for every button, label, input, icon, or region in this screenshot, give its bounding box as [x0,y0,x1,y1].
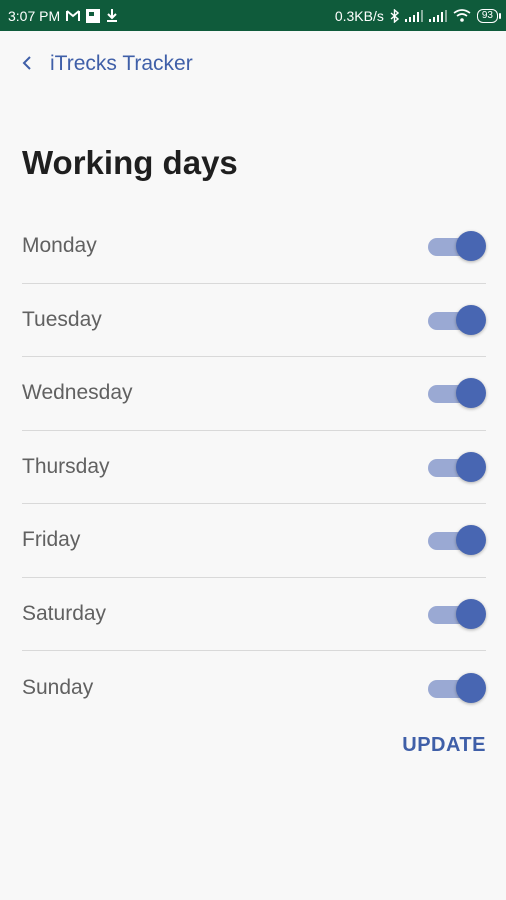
toggle-thumb [456,378,486,409]
saturday-toggle[interactable] [428,598,486,629]
monday-toggle[interactable] [428,231,486,262]
bluetooth-icon [390,8,399,23]
working-days-list: Monday Tuesday Wednesday Thursday Friday [22,210,486,725]
signal-icon [428,9,447,22]
battery-icon: 93 [476,8,502,23]
toggle-thumb [456,304,486,335]
day-row-thursday: Thursday [22,431,486,504]
chevron-left-icon[interactable] [22,55,32,73]
day-label: Thursday [22,454,110,478]
app-title[interactable]: iTrecks Tracker [50,52,193,76]
signal-icon [404,9,423,22]
day-row-friday: Friday [22,504,486,578]
toggle-thumb [456,598,486,629]
day-label: Monday [22,234,97,258]
network-speed: 0.3KB/s [334,7,384,24]
status-bar-left: 3:07 PM [8,8,118,24]
day-label: Tuesday [22,307,102,331]
update-button[interactable]: UPDATE [402,734,486,757]
wifi-icon [453,9,471,22]
status-bar-right: 0.3KB/s 93 [334,7,502,24]
page-title: Working days [22,144,238,181]
day-row-tuesday: Tuesday [22,284,486,357]
friday-toggle[interactable] [428,525,486,556]
sunday-toggle[interactable] [428,672,486,703]
toggle-thumb [456,525,486,556]
day-label: Saturday [22,601,107,625]
tuesday-toggle[interactable] [428,304,486,335]
day-row-wednesday: Wednesday [22,357,486,431]
download-icon [106,9,118,22]
toggle-thumb [456,451,486,482]
status-time: 3:07 PM [8,7,61,24]
thursday-toggle[interactable] [428,451,486,482]
gmail-icon [66,9,81,22]
day-row-monday: Monday [22,210,486,284]
day-label: Sunday [22,675,94,699]
notification-icon [86,8,101,23]
day-row-sunday: Sunday [22,651,486,725]
day-label: Friday [22,528,81,552]
day-label: Wednesday [22,381,133,405]
toggle-thumb [456,231,486,262]
wednesday-toggle[interactable] [428,378,486,409]
top-bar: iTrecks Tracker [22,52,193,76]
battery-level: 93 [481,10,493,21]
status-bar: 3:07 PM 0.3KB/s 93 [0,0,506,31]
day-row-saturday: Saturday [22,578,486,651]
toggle-thumb [456,672,486,703]
